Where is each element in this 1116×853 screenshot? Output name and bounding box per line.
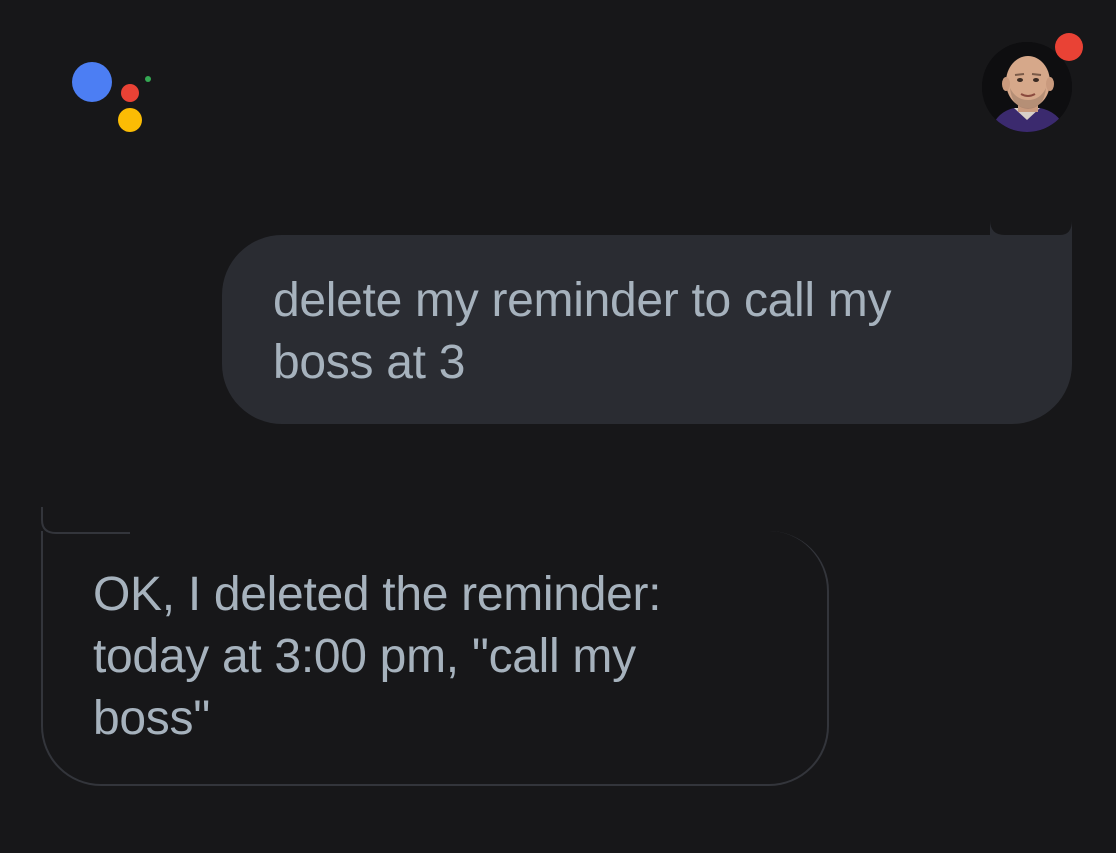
user-message-text: delete my reminder to call my boss at 3	[273, 270, 1032, 394]
user-message-line: delete my reminder to call my	[273, 274, 892, 327]
assistant-message-line: boss"	[93, 692, 210, 745]
user-message-bubble: delete my reminder to call my boss at 3	[222, 235, 1072, 424]
assistant-message-bubble: OK, I deleted the reminder: today at 3:0…	[41, 531, 829, 786]
user-bubble-tail	[990, 180, 1072, 236]
assistant-message-text: OK, I deleted the reminder: today at 3:0…	[93, 564, 787, 750]
user-message-line: boss at 3	[273, 336, 466, 389]
assistant-message-line: OK, I deleted the reminder:	[93, 568, 662, 621]
profile-avatar-button[interactable]	[982, 33, 1083, 134]
assistant-message-line: today at 3:00 pm, "call my	[93, 630, 636, 683]
logo-yellow-dot	[118, 108, 142, 132]
logo-green-dot	[145, 76, 151, 82]
notification-dot-icon	[1055, 33, 1083, 61]
logo-red-dot	[121, 84, 139, 102]
logo-blue-dot	[72, 62, 112, 102]
assistant-logo-icon	[70, 58, 160, 138]
